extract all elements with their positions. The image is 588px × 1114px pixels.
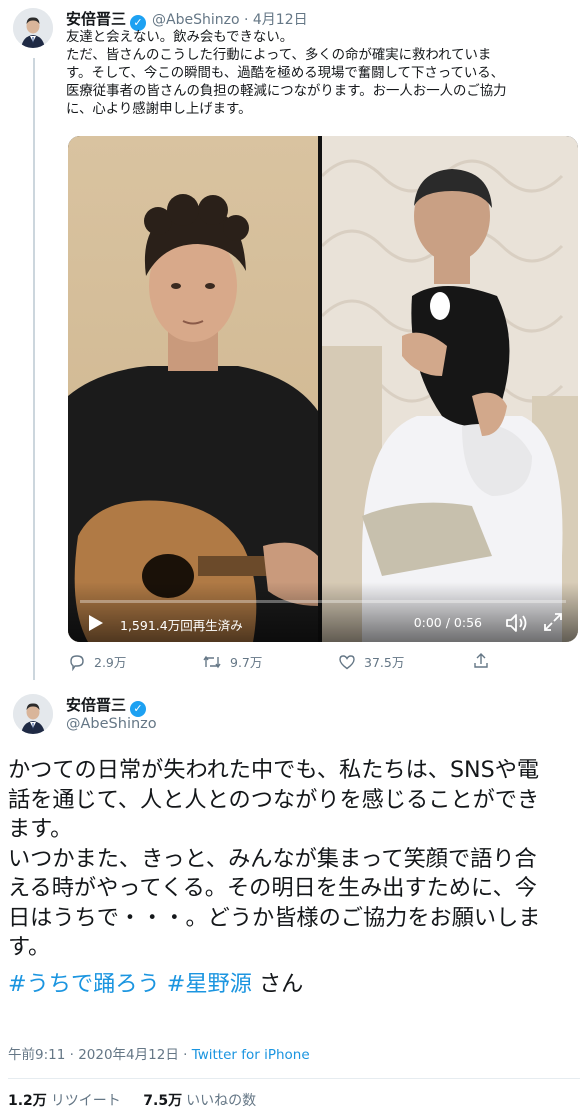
share-icon [474, 653, 488, 668]
video-player[interactable]: 1,591.4万回再生済み 0:00 / 0:56 [68, 136, 578, 642]
tweet-text-line: 友達と会えない。飲み会もできない。 [66, 30, 294, 45]
video-left-panel [68, 136, 318, 642]
tweet-text: 友達と会えない。飲み会もできない。 ただ、皆さんのこうした行動によって、多くの命… [66, 29, 578, 119]
reply-button[interactable]: 2.9万 [68, 652, 126, 671]
like-count: 37.5万 [364, 655, 405, 670]
author-name[interactable]: 安倍晋三 [66, 10, 126, 28]
like-stat-count: 7.5万 [143, 1093, 183, 1109]
tweet-text-line: に、心より感謝申し上げます。 [66, 102, 252, 117]
view-count: 1,591.4万回再生済み [120, 618, 243, 633]
video-controls: 1,591.4万回再生済み 0:00 / 0:56 [68, 582, 578, 642]
tweet-text-line: す。 [8, 934, 51, 960]
play-icon[interactable] [84, 612, 106, 634]
tweet-text-line: ます。 [8, 816, 73, 842]
tweet-header: 安倍晋三 ✓ @AbeShinzo [66, 694, 157, 732]
hashtag-suffix: さん [259, 971, 304, 997]
video-time: 0:00 / 0:56 [413, 615, 482, 630]
tweet-text-line: 日はうちで・・・。どうか皆様のご協力をお願いしま [8, 904, 541, 931]
tweet-text: かつての日常が失われた中でも、私たちは、SNSや電 話を通じて、人と人とのつなが… [8, 756, 580, 963]
video-right-panel [320, 136, 578, 642]
author-name[interactable]: 安倍晋三 [66, 696, 126, 714]
like-stat-label: いいねの数 [186, 1093, 257, 1109]
hashtag-line: #うちで踊ろう #星野源 さん [8, 966, 303, 998]
like-icon [339, 654, 355, 669]
reply-count: 2.9万 [94, 655, 127, 670]
tweet-text-line: いつかまた、きっと、みんなが集まって笑顔で語り合 [8, 845, 537, 872]
hashtag-link[interactable]: #星野源 [167, 971, 252, 997]
verified-badge-icon: ✓ [130, 701, 147, 717]
avatar[interactable] [13, 694, 53, 734]
tweet-source-link[interactable]: Twitter for iPhone [192, 1047, 310, 1063]
reply-icon [70, 654, 84, 671]
author-handle[interactable]: @AbeShinzo [66, 716, 157, 732]
volume-icon[interactable] [504, 611, 530, 635]
tweet-date[interactable]: 4月12日 [253, 12, 308, 28]
tweet-stats: 1.2万 リツイート 7.5万 いいねの数 [8, 1090, 256, 1110]
retweet-count: 9.7万 [230, 655, 263, 670]
author-handle[interactable]: @AbeShinzo [152, 12, 240, 28]
tweet-text-line: える時がやってくる。その明日を生み出すために、今 [8, 875, 537, 901]
video-progress[interactable] [80, 600, 566, 603]
thread-connector [33, 58, 35, 680]
retweet-stat[interactable]: 1.2万 リツイート [8, 1093, 121, 1109]
divider [8, 1078, 580, 1079]
fullscreen-icon[interactable] [542, 611, 564, 633]
tweet-text-line: かつての日常が失われた中でも、私たちは、SNSや電 [8, 757, 540, 783]
retweet-button[interactable]: 9.7万 [202, 652, 262, 671]
tweet-header: 安倍晋三 ✓ @AbeShinzo · 4月12日 [66, 10, 308, 31]
tweet-timestamp[interactable]: 午前9:11 · 2020年4月12日 · [8, 1047, 192, 1063]
avatar[interactable] [13, 8, 53, 48]
like-button[interactable]: 37.5万 [338, 652, 404, 671]
tweet-text-line: 医療従事者の皆さんの負担の軽減につながります。お一人お一人のご協力 [66, 84, 507, 99]
tweet-text-line: す。そして、今この瞬間も、過酷を極める現場で奮闘して下さっている、 [66, 66, 505, 81]
like-stat[interactable]: 7.5万 いいねの数 [143, 1093, 256, 1109]
tweet-meta: 午前9:11 · 2020年4月12日 · Twitter for iPhone [8, 1043, 310, 1063]
retweet-stat-count: 1.2万 [8, 1093, 47, 1109]
retweet-icon [203, 655, 221, 668]
share-button[interactable] [472, 652, 498, 670]
tweet-text-line: 話を通じて、人と人とのつながりを感じることができ [8, 786, 540, 813]
tweet-text-line: ただ、皆さんのこうした行動によって、多くの命が確実に救われていま [66, 48, 492, 63]
tweet-actions: 2.9万 9.7万 37.5万 [66, 652, 578, 674]
hashtag-link[interactable]: #うちで踊ろう [8, 971, 160, 997]
retweet-stat-label: リツイート [50, 1093, 121, 1109]
